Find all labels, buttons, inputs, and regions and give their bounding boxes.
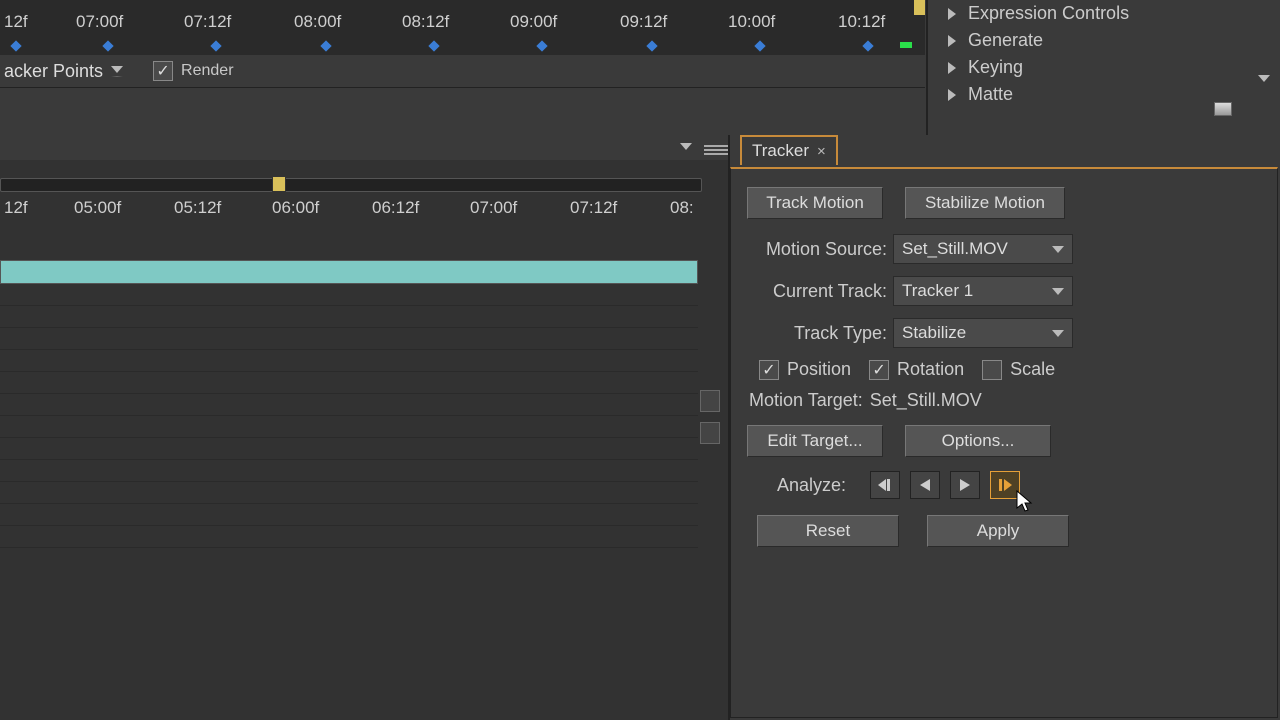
track-type-label: Track Type: <box>747 323 887 344</box>
graph-tool-icon[interactable] <box>700 422 720 444</box>
motion-target-value: Set_Still.MOV <box>870 390 982 410</box>
motion-target-label: Motion Target: <box>749 390 863 410</box>
keyframe-track[interactable] <box>0 44 912 50</box>
current-track-label: Current Track: <box>747 281 887 302</box>
time-mark: 10:12f <box>838 12 885 32</box>
expand-icon <box>948 8 956 20</box>
scale-checkbox-row: Scale <box>982 359 1055 380</box>
keyframe-icon[interactable] <box>320 40 331 51</box>
keyframe-icon[interactable] <box>428 40 439 51</box>
time-mark: 08:12f <box>402 12 449 32</box>
expand-icon <box>948 35 956 47</box>
time-mark: 07:12f <box>570 198 617 218</box>
stabilize-motion-button[interactable]: Stabilize Motion <box>905 187 1065 219</box>
layer-rows <box>0 284 698 564</box>
dropdown-icon <box>1052 330 1064 337</box>
rotation-checkbox-row: ✓ Rotation <box>869 359 964 380</box>
expand-icon <box>948 89 956 101</box>
dropdown-icon <box>1052 288 1064 295</box>
tracker-points-dropdown[interactable]: acker Points <box>4 61 103 82</box>
analyze-backward-button[interactable] <box>910 471 940 499</box>
upper-time-ruler[interactable]: 12f 07:00f 07:12f 08:00f 08:12f 09:00f 0… <box>0 12 925 42</box>
time-mark: 09:12f <box>620 12 667 32</box>
track-type-select[interactable]: Stabilize <box>893 318 1073 348</box>
time-mark: 07:00f <box>470 198 517 218</box>
current-track-select[interactable]: Tracker 1 <box>893 276 1073 306</box>
dropdown-icon <box>1052 246 1064 253</box>
time-mark: 07:00f <box>76 12 123 32</box>
time-mark: 08: <box>670 198 694 218</box>
close-icon[interactable]: × <box>817 143 826 160</box>
effects-list: Expression Controls Generate Keying Matt… <box>930 0 1280 105</box>
effect-item-generate[interactable]: Generate <box>930 27 1280 54</box>
dropdown-icon[interactable] <box>680 143 692 150</box>
time-mark: 06:12f <box>372 198 419 218</box>
time-mark: 06:00f <box>272 198 319 218</box>
position-label: Position <box>787 359 851 380</box>
scale-label: Scale <box>1010 359 1055 380</box>
rotation-checkbox[interactable]: ✓ <box>869 360 889 380</box>
lower-time-ruler[interactable]: 12f 05:00f 05:12f 06:00f 06:12f 07:00f 0… <box>0 198 702 222</box>
position-checkbox[interactable]: ✓ <box>759 360 779 380</box>
scale-checkbox[interactable] <box>982 360 1002 380</box>
layer-clip[interactable] <box>0 260 698 284</box>
zoom-scrollbar[interactable] <box>0 178 702 192</box>
motion-source-select[interactable]: Set_Still.MOV <box>893 234 1073 264</box>
analyze-label: Analyze: <box>777 475 846 496</box>
apply-button[interactable]: Apply <box>927 515 1069 547</box>
time-mark: 12f <box>4 12 28 32</box>
render-label: Render <box>181 62 233 80</box>
expand-icon <box>948 62 956 74</box>
reset-button[interactable]: Reset <box>757 515 899 547</box>
time-mark: 05:00f <box>74 198 121 218</box>
rotation-label: Rotation <box>897 359 964 380</box>
analyze-forward-button[interactable] <box>950 471 980 499</box>
panel-resize-icon[interactable] <box>1214 102 1232 116</box>
dropdown-icon[interactable] <box>111 66 123 77</box>
time-mark: 09:00f <box>510 12 557 32</box>
scroll-down-icon[interactable] <box>1258 75 1270 82</box>
time-mark: 05:12f <box>174 198 221 218</box>
tracker-tab[interactable]: Tracker × <box>740 135 838 165</box>
out-point-icon[interactable] <box>900 42 912 48</box>
tracker-points-bar: acker Points ✓ Render <box>0 55 925 87</box>
tab-label: Tracker <box>752 141 809 161</box>
motion-source-label: Motion Source: <box>747 239 887 260</box>
time-mark: 12f <box>4 198 28 218</box>
keyframe-icon[interactable] <box>754 40 765 51</box>
snap-tool-icon[interactable] <box>700 390 720 412</box>
keyframe-icon[interactable] <box>102 40 113 51</box>
keyframe-icon[interactable] <box>10 40 21 51</box>
track-motion-button[interactable]: Track Motion <box>747 187 883 219</box>
keyframe-icon[interactable] <box>536 40 547 51</box>
lower-timeline[interactable]: 12f 05:00f 05:12f 06:00f 06:12f 07:00f 0… <box>0 160 730 720</box>
options-button[interactable]: Options... <box>905 425 1051 457</box>
analyze-step-back-button[interactable] <box>870 471 900 499</box>
position-checkbox-row: ✓ Position <box>759 359 851 380</box>
keyframe-icon[interactable] <box>862 40 873 51</box>
render-checkbox[interactable]: ✓ <box>153 61 173 81</box>
effect-item-expression-controls[interactable]: Expression Controls <box>930 0 1280 27</box>
playhead-handle[interactable] <box>272 176 286 192</box>
time-mark: 07:12f <box>184 12 231 32</box>
effect-item-keying[interactable]: Keying <box>930 54 1280 81</box>
keyframe-icon[interactable] <box>210 40 221 51</box>
time-mark: 10:00f <box>728 12 775 32</box>
analyze-step-forward-button[interactable] <box>990 471 1020 499</box>
edit-target-button[interactable]: Edit Target... <box>747 425 883 457</box>
time-mark: 08:00f <box>294 12 341 32</box>
tracker-panel: Tracker × Track Motion Stabilize Motion … <box>730 135 1280 720</box>
keyframe-icon[interactable] <box>646 40 657 51</box>
